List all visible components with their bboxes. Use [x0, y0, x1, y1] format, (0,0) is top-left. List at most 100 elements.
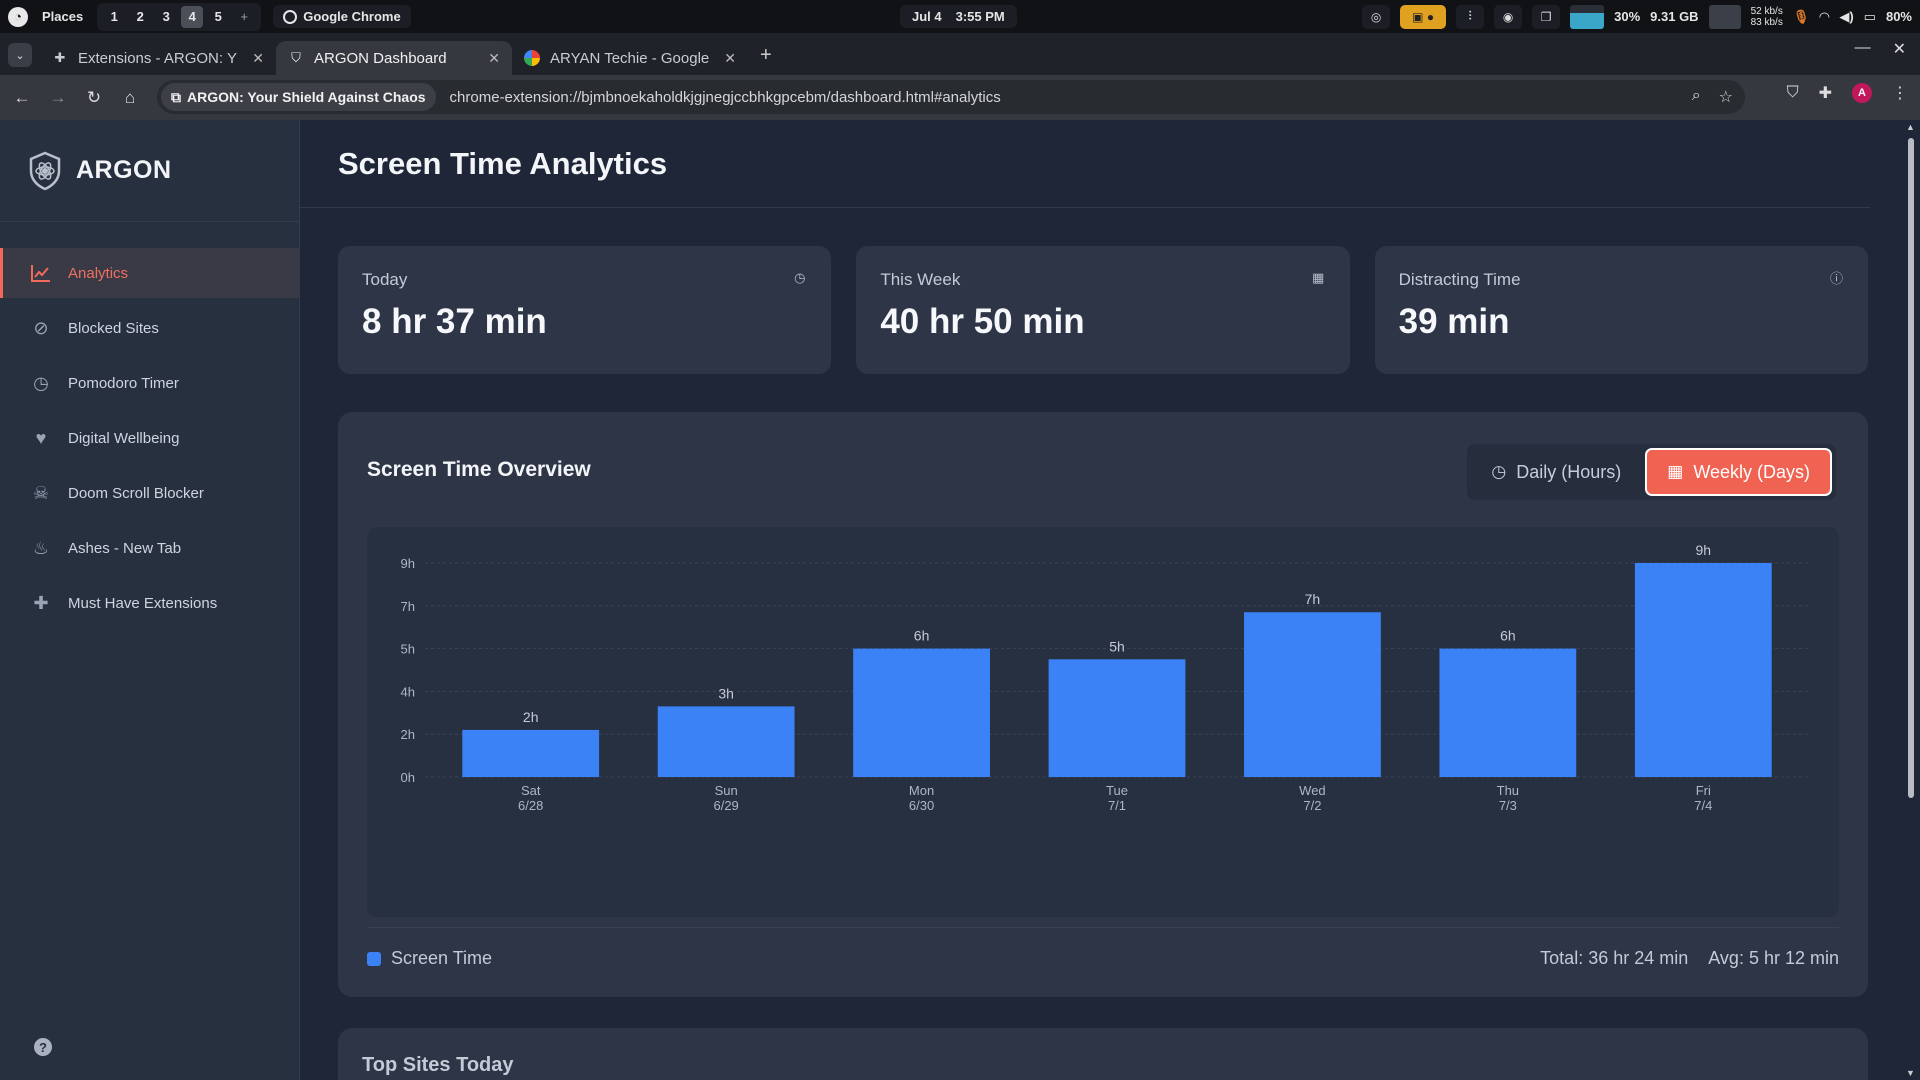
clock-icon: ◷ [33, 372, 49, 393]
profile-avatar[interactable]: A [1852, 83, 1872, 103]
net-up: 52 kb/s [1750, 5, 1783, 17]
home-icon[interactable]: ⌂ [112, 80, 148, 116]
sidebar-item-pomodoro-timer[interactable]: ◷ Pomodoro Timer [0, 358, 299, 408]
argon-extension-icon[interactable]: ⛉ [1787, 84, 1799, 102]
page-title: Screen Time Analytics [338, 145, 668, 181]
stat-value: 8 hr 37 min [362, 302, 547, 341]
legend-label: Screen Time [391, 948, 493, 968]
tab-search-chevron-icon[interactable]: ⌄ [8, 43, 32, 67]
page-scrollbar[interactable]: ▲ ▼ [1904, 120, 1918, 1080]
sidebar-item-doom-scroll-blocker[interactable]: ☠ Doom Scroll Blocker [0, 468, 299, 518]
workspace-1[interactable]: 1 [103, 6, 125, 28]
daily-hours-label: Daily (Hours) [1516, 461, 1622, 482]
close-tab-icon[interactable]: ✕ [252, 50, 264, 67]
x-tick-day-label: Thu [1497, 783, 1519, 798]
focused-app[interactable]: Google Chrome [273, 5, 411, 28]
chart-bar [1634, 563, 1772, 777]
view-toggle: ◷ Daily (Hours) ▦ Weekly (Days) [1467, 444, 1836, 500]
y-tick-label: 2h [401, 727, 415, 742]
sidebar: ARGON Analytics ⊘ Blocked Sites ◷ Pomodo… [0, 120, 300, 1080]
close-tab-icon[interactable]: ✕ [488, 50, 500, 67]
address-bar[interactable]: ⧉ ARGON: Your Shield Against Chaos chrom… [157, 80, 1745, 114]
menu-kebab-icon[interactable]: ⋮ [1892, 83, 1908, 103]
memory-usage: 9.31 GB [1650, 9, 1699, 24]
microphone-icon[interactable]: 🎙 [1793, 9, 1810, 25]
bar-data-label: 3h [718, 685, 734, 701]
weekly-days-button[interactable]: ▦ Weekly (Days) [1645, 448, 1832, 496]
cpu-graph[interactable] [1570, 4, 1605, 29]
equalizer-icon[interactable]: ⫶ [1456, 4, 1485, 29]
zoom-icon[interactable]: ⌕ [1692, 87, 1701, 107]
x-tick-date-label: 7/3 [1499, 798, 1517, 813]
scroll-down-arrow-icon[interactable]: ▼ [1906, 1068, 1915, 1078]
cpu-usage: 30% [1614, 9, 1641, 24]
url-text[interactable]: chrome-extension://bjmbnoekaholdkjgjnegj… [450, 89, 1001, 106]
site-info-chip[interactable]: ⧉ ARGON: Your Shield Against Chaos [161, 83, 436, 111]
weekly-days-label: Weekly (Days) [1693, 461, 1810, 482]
x-tick-day-label: Fri [1696, 783, 1711, 798]
info-icon: ⓘ [1829, 271, 1843, 286]
browser-toolbar: ← → ↻ ⌂ ⧉ ARGON: Your Shield Against Cha… [0, 75, 1920, 120]
scroll-thumb[interactable] [1908, 138, 1914, 798]
stat-card-this-week: This Week 40 hr 50 min ▦ [856, 246, 1350, 374]
back-arrow-icon[interactable]: ← [4, 80, 40, 116]
battery-icon[interactable]: ▭ [1864, 9, 1876, 25]
analytics-chart-icon [30, 262, 52, 284]
screen-time-overview-card: Screen Time Overview ◷ Daily (Hours) ▦ W… [338, 412, 1868, 997]
tab-argon-dashboard[interactable]: ⛉ ARGON Dashboard ✕ [276, 41, 512, 75]
discord-icon[interactable]: ◉ [1494, 4, 1523, 29]
stat-label: Distracting Time [1398, 270, 1521, 289]
scroll-up-arrow-icon[interactable]: ▲ [1906, 122, 1915, 132]
network-speed: 52 kb/s 83 kb/s [1751, 6, 1783, 28]
date-label: Jul 4 [912, 9, 942, 24]
sidebar-item-digital-wellbeing[interactable]: ♥ Digital Wellbeing [0, 413, 299, 463]
new-tab-plus-icon[interactable]: + [760, 44, 772, 67]
tab-aryan-techie[interactable]: ARYAN Techie - Google ✕ [512, 41, 748, 75]
stat-card-today: Today 8 hr 37 min ◷ [338, 246, 832, 374]
workspace-5[interactable]: 5 [207, 6, 229, 28]
time-label: 3:55 PM [955, 9, 1005, 24]
bookmark-star-icon[interactable]: ☆ [1719, 87, 1733, 107]
wifi-icon[interactable]: ◠ [1819, 9, 1829, 25]
chart-bar [1439, 648, 1577, 777]
network-graph[interactable] [1708, 4, 1741, 29]
daily-hours-button[interactable]: ◷ Daily (Hours) [1471, 448, 1641, 496]
reload-icon[interactable]: ↻ [76, 80, 112, 116]
close-window-icon[interactable]: ✕ [1893, 39, 1906, 59]
bar-data-label: 9h [1695, 542, 1711, 558]
stat-value: 40 hr 50 min [880, 302, 1085, 341]
chrome-tray-icon[interactable]: ◎ [1362, 4, 1391, 29]
minimize-icon[interactable]: — [1855, 39, 1871, 59]
net-down: 83 kb/s [1750, 16, 1783, 28]
chart-totals: Total: 36 hr 24 min Avg: 5 hr 12 min [1540, 948, 1839, 969]
x-tick-date-label: 6/28 [518, 798, 543, 813]
close-tab-icon[interactable]: ✕ [724, 50, 736, 67]
brand-name: ARGON [76, 156, 172, 184]
os-logo-icon[interactable]: ◔ [8, 6, 28, 27]
sidebar-item-must-have-extensions[interactable]: ✚ Must Have Extensions [0, 578, 299, 628]
focused-app-label: Google Chrome [303, 9, 401, 24]
sidebar-item-ashes-new-tab[interactable]: ♨ Ashes - New Tab [0, 523, 299, 573]
x-tick-date-label: 6/29 [713, 798, 738, 813]
workspace-4[interactable]: 4 [181, 5, 204, 28]
sidebar-item-blocked-sites[interactable]: ⊘ Blocked Sites [0, 303, 299, 353]
clipboard-icon[interactable]: ❐ [1532, 4, 1561, 29]
clock[interactable]: Jul 4 3:55 PM [900, 5, 1017, 28]
fire-icon: ♨ [32, 537, 50, 558]
help-icon[interactable]: ? [34, 1038, 52, 1056]
chart-bar [657, 706, 795, 777]
volume-icon[interactable]: ◀) [1839, 9, 1853, 25]
workspace-2[interactable]: 2 [129, 6, 151, 28]
x-tick-date-label: 6/30 [909, 798, 934, 813]
add-workspace-button[interactable]: + [233, 6, 255, 28]
extensions-puzzle-icon[interactable]: ✚ [1819, 83, 1832, 103]
forward-arrow-icon[interactable]: → [40, 80, 76, 116]
tab-title: Extensions - ARGON: Y [78, 49, 237, 67]
places-menu[interactable]: Places [34, 9, 91, 24]
recording-indicator-icon[interactable]: ▣ ● [1400, 4, 1447, 29]
tab-extensions[interactable]: ✚ Extensions - ARGON: Y ✕ [40, 41, 276, 75]
sidebar-item-analytics[interactable]: Analytics [0, 248, 299, 298]
workspace-3[interactable]: 3 [155, 6, 177, 28]
window-controls: — ✕ [1855, 39, 1906, 59]
chart-bar [462, 729, 600, 777]
